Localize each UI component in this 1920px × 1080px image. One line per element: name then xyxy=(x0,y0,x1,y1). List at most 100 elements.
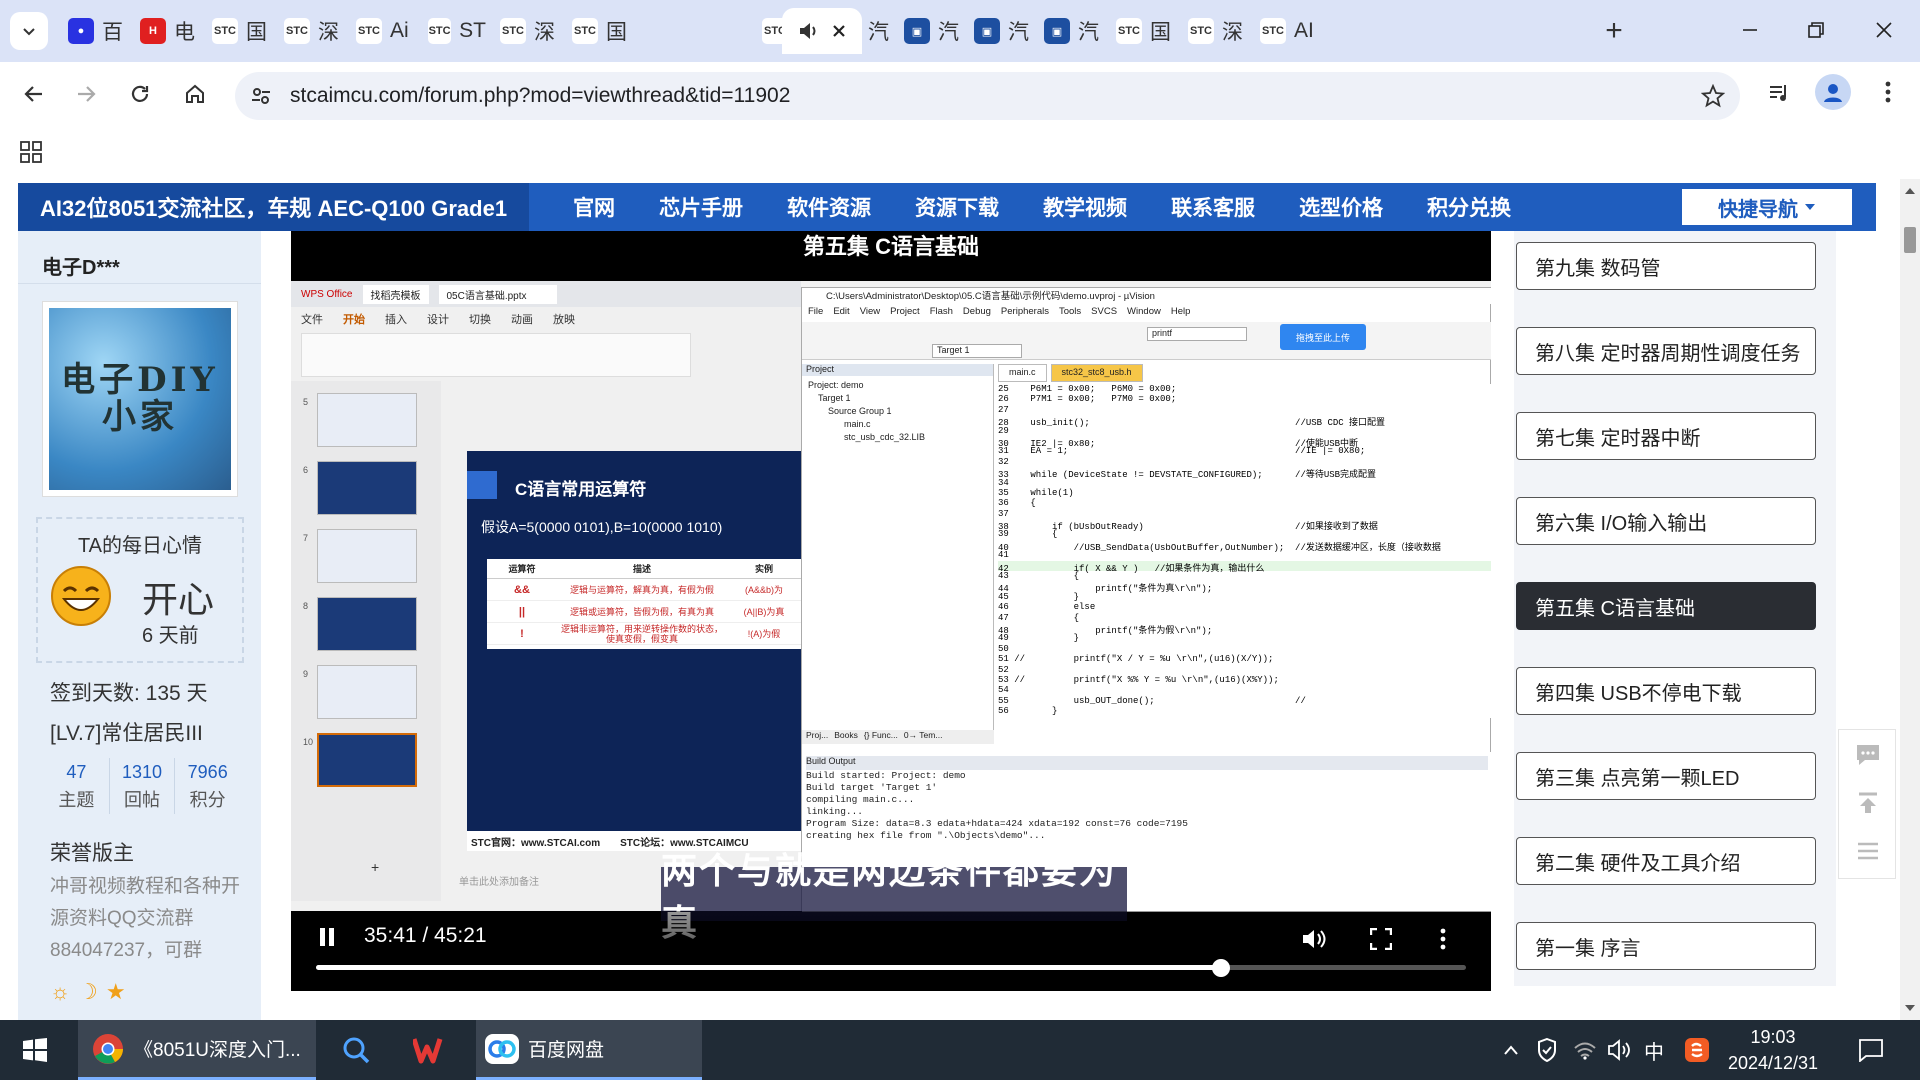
browser-tab[interactable]: STC ST xyxy=(416,8,486,54)
tray-volume-item[interactable] xyxy=(1604,1020,1634,1080)
video-player[interactable]: 第五集 C语言基础 WPS Office 找稻壳模板 05C语言基础.pptx … xyxy=(291,231,1491,991)
pause-button[interactable] xyxy=(309,919,345,955)
close-window-button[interactable] xyxy=(1854,10,1914,50)
star-medal-icon[interactable]: ★ xyxy=(106,979,126,1005)
site-info-icon[interactable] xyxy=(249,84,273,108)
wifi-icon xyxy=(1574,1042,1596,1060)
profile-avatar-icon[interactable] xyxy=(1815,74,1851,110)
minimize-button[interactable] xyxy=(1720,10,1780,50)
site-nav-link[interactable]: 官网 xyxy=(551,192,637,222)
stc-logo-icon: STC xyxy=(1260,18,1286,44)
avatar[interactable]: 电子DIY 小家 xyxy=(42,301,238,497)
forward-button[interactable] xyxy=(66,74,106,114)
site-brand[interactable]: AI32位8051交流社区，车规 AEC-Q100 Grade1 xyxy=(18,183,530,231)
media-control-icon[interactable] xyxy=(1762,76,1796,110)
slide-number: 6 xyxy=(303,465,309,475)
browser-tab[interactable]: STC 国 xyxy=(560,8,630,54)
comment-float-button[interactable] xyxy=(1853,740,1883,770)
episode-item[interactable]: 第一集 序言 xyxy=(1516,922,1816,970)
close-icon[interactable] xyxy=(832,24,846,38)
scroll-up-arrow-icon[interactable] xyxy=(1900,183,1920,199)
site-nav-link[interactable]: 教学视频 xyxy=(1021,192,1149,222)
list-float-button[interactable] xyxy=(1853,836,1883,866)
back-button[interactable] xyxy=(14,74,54,114)
apps-grid-button[interactable] xyxy=(16,137,46,167)
stat-cell[interactable]: 7966 积分 xyxy=(174,758,240,814)
browser-tab[interactable]: ▣ 汽 xyxy=(892,8,962,54)
home-button[interactable] xyxy=(175,74,215,114)
tab-search-button[interactable] xyxy=(10,12,48,50)
episode-item[interactable]: 第八集 定时器周期性调度任务 xyxy=(1516,327,1816,375)
tray-clock[interactable]: 19:03 2024/12/31 xyxy=(1718,1020,1828,1080)
browser-tab-label: 电 xyxy=(174,21,195,44)
video-more-button[interactable] xyxy=(1425,921,1461,957)
video-progress-bar[interactable] xyxy=(316,959,1466,977)
stat-cell[interactable]: 47 主题 xyxy=(44,758,109,814)
scrollbar-thumb[interactable] xyxy=(1904,227,1916,253)
editor-file-tab: stc32_stc8_usb.h xyxy=(1050,364,1143,382)
episode-item[interactable]: 第五集 C语言基础 xyxy=(1516,582,1816,630)
ide-titlebar: C:\Users\Administrator\Desktop\05.C语言基础\… xyxy=(802,288,1491,304)
browser-tab[interactable]: STC AI xyxy=(1248,8,1318,54)
browser-tab[interactable]: STC 国 xyxy=(1104,8,1174,54)
browser-tab[interactable]: STC Ai xyxy=(344,8,414,54)
site-nav-link[interactable]: 选型价格 xyxy=(1277,192,1405,222)
fullscreen-button[interactable] xyxy=(1363,921,1399,957)
new-tab-button[interactable]: + xyxy=(1597,14,1631,48)
browser-tab[interactable]: ● 百 xyxy=(56,8,126,54)
list-icon xyxy=(1858,842,1878,860)
browser-tab[interactable]: STC 深 xyxy=(272,8,342,54)
browser-menu-button[interactable] xyxy=(1870,74,1906,110)
tray-ime-indicator[interactable]: 中 xyxy=(1638,1020,1670,1080)
reload-button[interactable] xyxy=(120,74,160,114)
tray-expand-button[interactable] xyxy=(1496,1020,1526,1080)
browser-tab[interactable]: H电 xyxy=(128,8,198,54)
divider xyxy=(18,283,261,284)
slide-table-head-cell: 运算符 xyxy=(508,564,536,574)
stat-cell[interactable]: 1310 回帖 xyxy=(108,758,175,814)
volume-button[interactable] xyxy=(1296,921,1332,957)
browser-tab[interactable]: STC 国 xyxy=(200,8,270,54)
episode-item[interactable]: 第二集 硬件及工具介绍 xyxy=(1516,837,1816,885)
author-username[interactable]: 电子D*** xyxy=(42,251,120,280)
episode-item[interactable]: 第四集 USB不停电下载 xyxy=(1516,667,1816,715)
site-nav-link[interactable]: 积分兑换 xyxy=(1405,192,1533,222)
browser-tab[interactable]: STC 深 xyxy=(1176,8,1246,54)
back-to-top-button[interactable] xyxy=(1853,788,1883,818)
site-nav-link[interactable]: 软件资源 xyxy=(765,192,893,222)
episode-item[interactable]: 第七集 定时器中断 xyxy=(1516,412,1816,460)
episode-item[interactable]: 第三集 点亮第一颗LED xyxy=(1516,752,1816,800)
tray-app-icon[interactable] xyxy=(1680,1020,1714,1080)
episode-item[interactable]: 第六集 I/O输入输出 xyxy=(1516,497,1816,545)
bookmark-star-icon[interactable] xyxy=(1700,83,1726,109)
taskbar-search-item[interactable] xyxy=(326,1020,386,1080)
browser-tab-active-playing[interactable] xyxy=(782,8,862,54)
taskbar-wps-item[interactable] xyxy=(400,1020,460,1080)
scroll-down-arrow-icon[interactable] xyxy=(1900,1000,1920,1016)
tray-security-item[interactable] xyxy=(1532,1020,1562,1080)
user-level[interactable]: [LV.7]常住居民III xyxy=(50,717,203,747)
taskbar-baidu-netdisk-item[interactable]: 百度网盘 xyxy=(476,1020,702,1080)
browser-tab[interactable]: STC 深 xyxy=(488,8,558,54)
site-nav-link[interactable]: 芯片手册 xyxy=(637,192,765,222)
notification-center-button[interactable] xyxy=(1846,1020,1896,1080)
sun-medal-icon[interactable]: ☼ xyxy=(50,979,70,1005)
start-button[interactable] xyxy=(0,1020,70,1080)
site-nav-link[interactable]: 联系客服 xyxy=(1149,192,1277,222)
moon-medal-icon[interactable]: ☽ xyxy=(78,979,98,1005)
page-scrollbar[interactable] xyxy=(1900,179,1920,1020)
episode-item[interactable]: 第九集 数码管 xyxy=(1516,242,1816,290)
site-nav-link[interactable]: 资源下载 xyxy=(893,192,1021,222)
restore-button[interactable] xyxy=(1786,10,1846,50)
quick-nav-button[interactable]: 快捷导航 xyxy=(1682,189,1852,225)
video-progress-knob[interactable] xyxy=(1212,959,1231,977)
browser-tab[interactable]: ▣ 汽 xyxy=(962,8,1032,54)
baidu-netdisk-icon xyxy=(485,1033,519,1064)
browser-tab[interactable]: ▣ 汽 xyxy=(1032,8,1102,54)
build-line: compiling main.c... xyxy=(806,794,915,805)
address-bar[interactable]: stcaimcu.com/forum.php?mod=viewthread&ti… xyxy=(235,72,1740,120)
tray-network-item[interactable] xyxy=(1570,1020,1600,1080)
url-text[interactable]: stcaimcu.com/forum.php?mod=viewthread&ti… xyxy=(290,84,790,108)
slide-table-body: && 逻辑与运算符，解真为真，有假为假 (A&&b)为 || 逻辑或运算符，皆假为假，有… xyxy=(487,579,801,645)
taskbar-chrome-item[interactable]: 《8051U深度入门... xyxy=(78,1020,316,1080)
